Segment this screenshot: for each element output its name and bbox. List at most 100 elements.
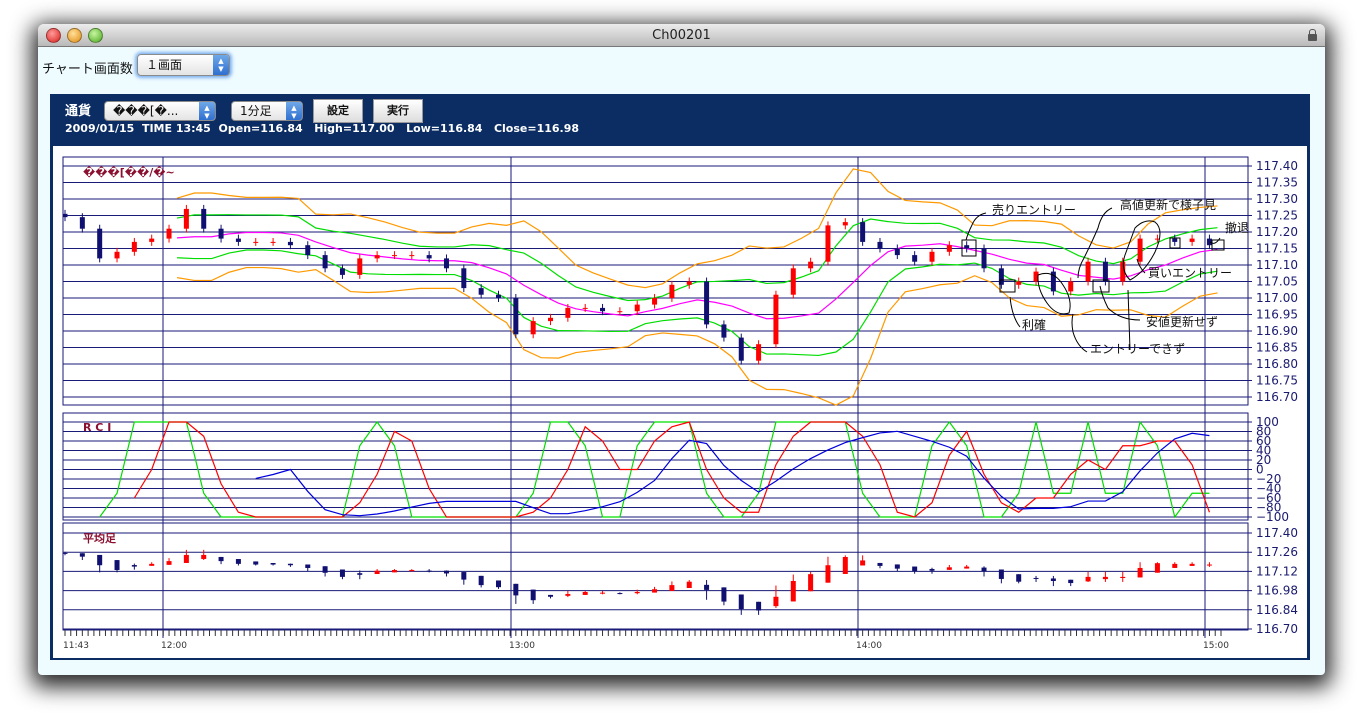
candle-body [79,217,85,229]
rci-tick-label: −100 [1256,510,1289,524]
candle-body [218,228,224,239]
candle-body [686,281,692,285]
ha-body [114,560,120,571]
ha-body [149,563,155,566]
band-lower-1sigma [177,249,1218,357]
price-tick-label: 117.35 [1256,176,1298,190]
candle-body [877,241,883,249]
annotation-take-profit: 利確 [1022,317,1046,332]
annotation-retreat: 撤退 [1225,220,1249,235]
candle-body [773,294,779,345]
band-lower-2sigma [176,266,1218,406]
candle-body [339,268,345,275]
candle-body [548,317,554,322]
ha-body [513,583,519,596]
candle-body [808,261,814,269]
ha-body [1016,574,1022,582]
candle-body [235,238,241,242]
heikin-ashi-label: 平均足 [83,531,117,545]
candle-body [929,251,935,262]
time-label: 12:00 [161,641,187,651]
ha-body [339,569,345,577]
price-tick-label: 116.95 [1256,308,1298,322]
candle-body [738,337,744,361]
candle-body [478,288,484,295]
time-label: 13:00 [509,641,535,651]
candle-body [114,251,120,259]
rci-line-3 [255,430,1210,517]
ha-body [357,573,363,575]
candle-body [894,248,900,256]
ha-body [1120,576,1126,579]
candle-body [617,311,623,313]
annotations [961,207,1225,353]
ha-body [894,564,900,569]
ha-body [426,570,432,572]
candle-body [1189,238,1195,242]
ha-body [409,570,415,572]
candle-body [1137,238,1143,262]
candle-body [1068,281,1074,292]
candle-body [357,258,363,275]
candle-body [912,255,918,262]
candle-body [582,307,588,309]
candle-body [201,208,207,229]
ha-body [929,568,935,571]
heikin-ashi-candles [62,549,1212,615]
ha-body [877,562,883,566]
ha-body [305,564,311,568]
candle-body [166,228,172,239]
candle-body [1016,281,1022,285]
rci-label: R C I [83,421,111,434]
annotation-no-new-low: 安値更新せず [1146,314,1218,329]
ha-body [808,574,814,592]
candle-body [513,298,519,335]
ha-body [617,593,623,595]
ha-body [62,552,68,554]
price-tick-label: 117.00 [1256,291,1298,305]
chart-svg: 117.40 117.35 117.30 117.25 117.20 117.15 117.… [62,156,1298,651]
grid [62,156,1252,638]
candle-body [634,304,640,312]
ha-body [270,562,276,565]
candle-body [253,241,259,243]
candle-body [652,298,658,305]
ha-body [912,566,918,572]
price-tick-label: 117.15 [1256,242,1298,256]
ha-body [1068,579,1074,584]
candle-body [409,255,415,257]
ha-body [166,561,172,565]
ha-body [825,565,831,583]
candle-body [1172,238,1178,242]
heikin-ashi-tick-label: 117.40 [1256,526,1298,540]
heikin-ashi-panel-frame [62,522,1249,631]
candle-body [1102,261,1108,282]
price-tick-label: 117.30 [1256,192,1298,206]
candle-body [981,248,987,269]
ha-body [478,575,484,586]
candle-body [825,225,831,262]
time-label: 15:00 [1203,641,1229,651]
candle-body [842,222,848,226]
ha-body [704,584,710,590]
ha-body [634,591,640,594]
ha-body [964,566,970,569]
ha-body [1154,563,1160,573]
candle-body [1206,238,1212,246]
candle-body [183,208,189,229]
candle-body [426,255,432,259]
candle-body [756,344,762,361]
candle-body [1085,261,1091,282]
ha-body [721,587,727,602]
ha-body [1085,576,1091,582]
candle-body [721,324,727,338]
price-tick-label: 117.10 [1256,258,1298,272]
heikin-ashi-tick-label: 117.26 [1256,545,1298,559]
candle-body [270,241,276,243]
candle-body [946,245,952,252]
annotation-sell-entry: 売りエントリー [992,202,1076,217]
price-tick-label: 116.75 [1256,374,1298,388]
candle-body [530,321,536,335]
time-label: 14:00 [856,641,882,651]
heikin-ashi-tick-label: 116.84 [1256,603,1298,617]
